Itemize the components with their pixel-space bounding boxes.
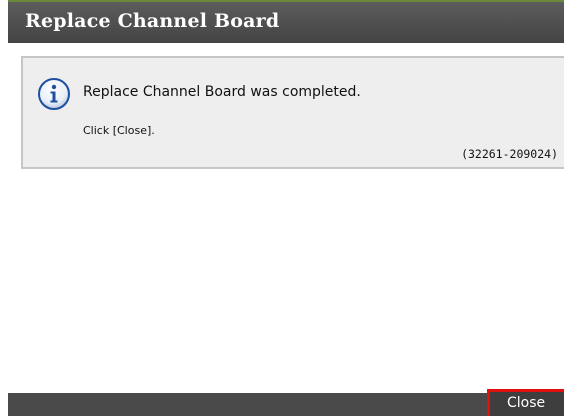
- message-text: Replace Channel Board was completed.: [83, 84, 361, 100]
- message-instruction: Click [Close].: [83, 124, 155, 137]
- close-button-label: Close: [507, 395, 546, 411]
- dialog-title: Replace Channel Board: [25, 10, 280, 32]
- message-panel: Replace Channel Board was completed. Cli…: [21, 56, 564, 169]
- dialog-title-bar: Replace Channel Board: [8, 0, 564, 43]
- close-button[interactable]: Close: [487, 389, 564, 416]
- dialog-footer: [8, 393, 564, 416]
- replace-channel-board-dialog: Replace Channel Board Replace Channel Bo…: [8, 0, 564, 416]
- message-code: (32261-209024): [461, 147, 558, 161]
- info-icon: [37, 77, 71, 111]
